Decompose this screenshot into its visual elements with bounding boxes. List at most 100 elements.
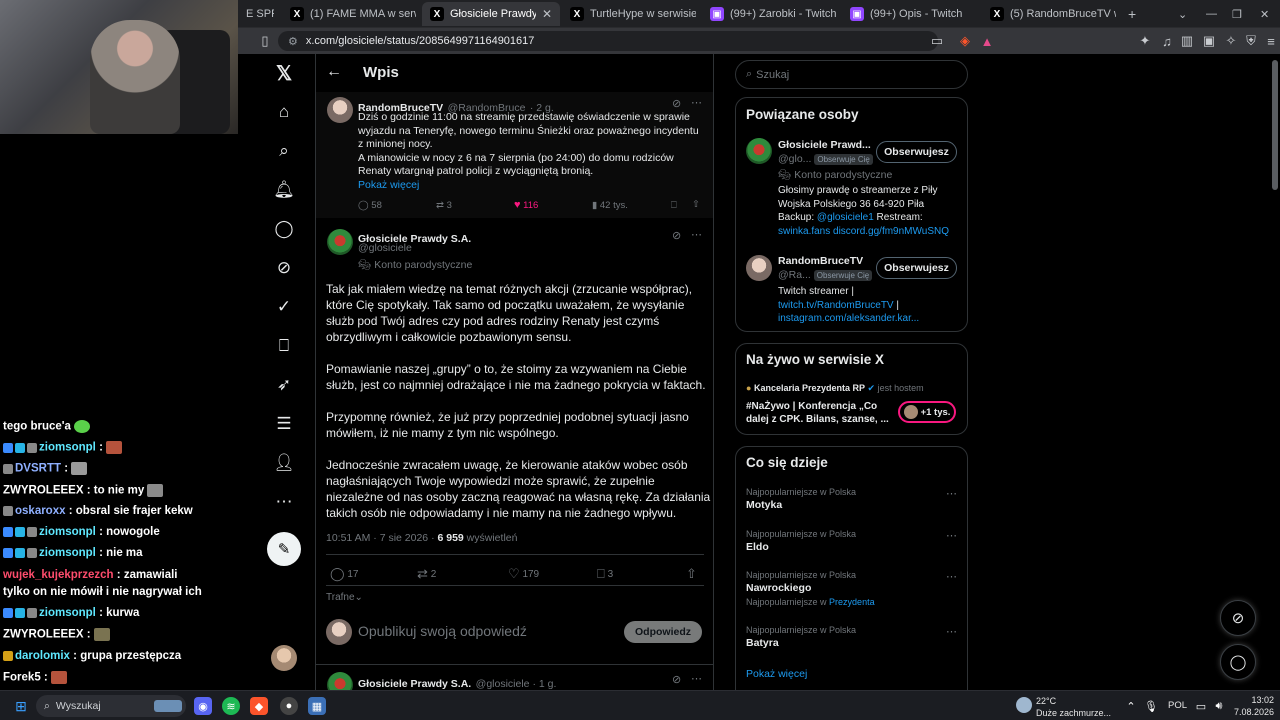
home-icon[interactable]: ⌂ [273, 101, 295, 123]
scrollbar[interactable] [1272, 60, 1278, 190]
microphone-icon[interactable]: 🎙︎ [1142, 697, 1160, 715]
url-field[interactable]: ⚙ x.com/glosiciele/status/208564997116490… [278, 31, 938, 51]
avatar[interactable] [327, 97, 353, 123]
menu-icon[interactable]: ≡ [1262, 32, 1280, 50]
like-action[interactable]: ♥ 116 [514, 199, 538, 211]
sidebar-icon[interactable]: ▥ [1178, 32, 1196, 50]
tab-3[interactable]: X TurtleHype w serwisie X: „The [562, 2, 696, 26]
windows-start-icon[interactable]: ⊞ [12, 697, 30, 715]
search-icon[interactable]: ⌕ [273, 140, 295, 162]
bio-link[interactable]: instagram.com/aleksander.kar... [778, 313, 919, 324]
tab-4[interactable]: ▣ (99+) Zarobki - Twitch [702, 2, 836, 26]
show-more-link[interactable]: Pokaż więcej [358, 179, 703, 193]
more-options-icon[interactable]: ⋯ [946, 570, 957, 583]
brave-shield-icon[interactable]: ◈ [956, 32, 974, 50]
trend-name[interactable]: Batyra [746, 637, 779, 649]
verified-icon[interactable]: ✓ [273, 296, 295, 318]
avatar[interactable] [746, 255, 772, 281]
tab-2-active[interactable]: X Głosiciele Prawdy S.A. w s ✕ [422, 2, 560, 26]
person-handle[interactable]: @glo... Obserwuje Cię [778, 153, 873, 165]
taskbar-search[interactable]: ⌕ Wyszukaj [36, 695, 186, 717]
repost-action[interactable]: ⇄ 3 [436, 200, 452, 211]
reply-post[interactable]: Głosiciele Prawdy S.A. @glosiciele · 1 g… [316, 666, 713, 690]
more-icon[interactable]: ⋯ [273, 491, 295, 513]
live-listeners-badge[interactable]: +1 tys. [898, 401, 956, 423]
avatar[interactable] [746, 138, 772, 164]
reply-input[interactable]: Opublikuj swoją odpowiedź [358, 623, 608, 643]
sort-replies-dropdown[interactable]: Trafne⌄ [326, 592, 363, 603]
author-handle[interactable]: @glosiciele · 1 g. [476, 678, 557, 690]
wallet-icon[interactable]: ▣ [1200, 32, 1218, 50]
tray-chevron-icon[interactable]: ⌃ [1122, 697, 1140, 715]
close-tab-icon[interactable]: ✕ [542, 7, 552, 21]
spotify-icon[interactable]: ≋ [222, 697, 240, 715]
live-title[interactable]: #NaŻywo | Konferencja „Co dalej z CPK. B… [746, 400, 894, 426]
more-options-icon[interactable]: ⋯ [691, 672, 702, 685]
site-settings-icon[interactable]: ⚙ [288, 35, 298, 48]
more-options-icon[interactable]: ⋯ [946, 625, 957, 638]
language-indicator[interactable]: POL [1168, 700, 1187, 711]
messages-icon[interactable]: ◯ [273, 218, 295, 240]
jobs-rocket-icon[interactable]: ➶ [273, 374, 295, 396]
tab-5[interactable]: ▣ (99+) Opis - Twitch [842, 2, 976, 26]
avatar[interactable] [327, 672, 353, 690]
person-name[interactable]: RandomBruceTV [778, 255, 863, 267]
grok-icon[interactable]: ⊘ [273, 257, 295, 279]
reply-button[interactable]: Odpowiedz [624, 621, 702, 643]
maximize-icon[interactable]: ❐ [1224, 2, 1244, 26]
more-options-icon[interactable]: ⋯ [691, 96, 702, 109]
compose-post-button[interactable]: ✎ [267, 532, 301, 566]
views-action[interactable]: ▮ 42 tys. [592, 200, 628, 211]
bio-link[interactable]: swinka.fans discord.gg/fm9nMWuSNQ [778, 226, 949, 237]
notifications-bell-icon[interactable]: 🔔︎ [273, 179, 295, 201]
music-icon[interactable]: ♫ [1158, 32, 1176, 50]
new-tab-button[interactable]: + [1120, 2, 1140, 26]
more-options-icon[interactable]: ⋯ [691, 228, 702, 241]
live-host[interactable]: ● Kancelaria Prezydenta RP ✔ jest hostem [746, 383, 924, 394]
tab-list-chevron-icon[interactable]: ⌄ [1170, 2, 1190, 26]
calculator-icon[interactable]: ▦ [308, 697, 326, 715]
bio-link[interactable]: @glosiciele1 [817, 212, 874, 223]
person-handle[interactable]: @Ra... Obserwuje Cię [778, 269, 873, 281]
profile-icon[interactable]: 👤︎ [273, 452, 295, 474]
close-window-icon[interactable]: ✕ [1252, 2, 1272, 26]
post-timestamp[interactable]: 10:51 AM · 7 sie 2026 · [326, 532, 437, 544]
grok-icon[interactable]: ⊘ [672, 673, 681, 686]
back-arrow-icon[interactable]: ← [326, 63, 342, 81]
leo-ai-icon[interactable]: ✧ [1222, 32, 1240, 50]
parent-post[interactable]: RandomBruceTV @RandomBruce · 2 g. ⊘ ⋯ Dz… [316, 92, 713, 218]
author-name[interactable]: Głosiciele Prawdy S.A. [358, 678, 471, 690]
tab-0[interactable]: E SPRAW [238, 2, 274, 26]
more-options-icon[interactable]: ⋯ [946, 529, 957, 542]
more-options-icon[interactable]: ⋯ [946, 487, 957, 500]
search-input[interactable]: ⌕ Szukaj [735, 60, 968, 89]
bookmark-icon[interactable]: ⎕ [671, 200, 677, 211]
brave-rewards-icon[interactable]: ▲ [978, 32, 996, 50]
trend-name[interactable]: Motyka [746, 499, 782, 511]
grok-icon[interactable]: ⊘ [672, 229, 681, 242]
brave-icon[interactable]: ◆ [250, 697, 268, 715]
trend-name[interactable]: Eldo [746, 541, 769, 553]
minimize-icon[interactable]: — [1198, 2, 1218, 26]
weather-widget[interactable]: 22°C Duże zachmurze... [1016, 693, 1114, 719]
bookmark-icon[interactable]: ▯ [256, 32, 274, 50]
following-button[interactable]: Obserwujesz [876, 141, 957, 163]
lists-icon[interactable]: ☰ [273, 413, 295, 435]
clock[interactable]: 13:02 7.08.2026 [1232, 694, 1274, 718]
volume-icon[interactable]: 🔊︎ [1210, 697, 1228, 715]
trend-extra-link[interactable]: Prezydenta [829, 597, 875, 607]
extensions-icon[interactable]: ✦ [1136, 32, 1154, 50]
grok-icon[interactable]: ⊘ [672, 97, 681, 110]
following-button[interactable]: Obserwujesz [876, 257, 957, 279]
x-logo-icon[interactable]: 𝕏 [273, 62, 295, 85]
network-icon[interactable]: ▭ [1192, 697, 1210, 715]
show-more-link[interactable]: Pokaż więcej [746, 668, 807, 680]
obs-icon[interactable]: ● [280, 697, 298, 715]
repost-action[interactable]: ⇄ 2 [417, 566, 436, 582]
share-icon[interactable]: ⇧ [692, 199, 700, 210]
trend-name[interactable]: Nawrockiego [746, 582, 811, 594]
reply-action[interactable]: ◯ 17 [330, 566, 358, 582]
bookmark-action[interactable]: ⎕ 3 [597, 566, 613, 582]
account-avatar[interactable] [271, 645, 297, 671]
bio-link[interactable]: twitch.tv/RandomBruceTV [778, 300, 894, 311]
